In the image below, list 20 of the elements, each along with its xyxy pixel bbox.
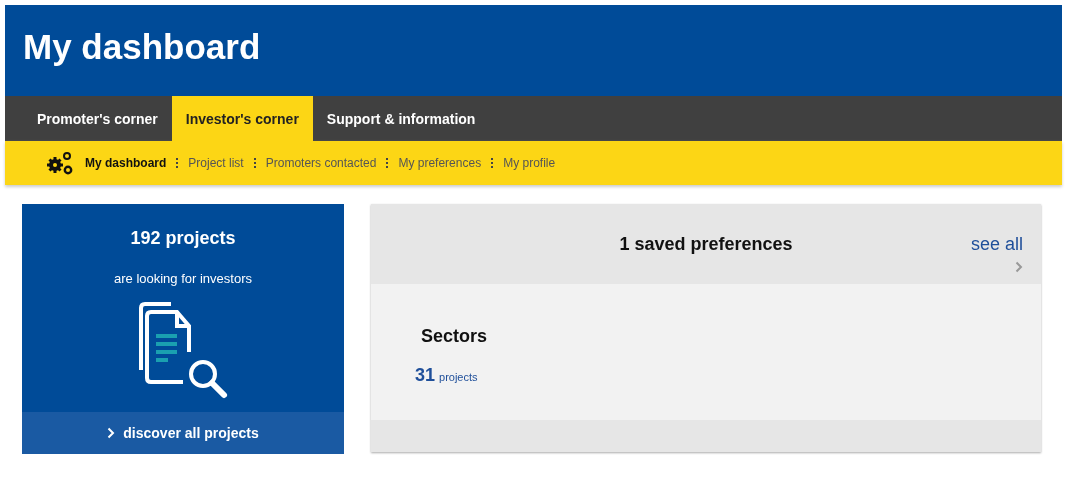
chevron-icon	[107, 427, 116, 439]
nav-tab[interactable]: Promoter's corner	[23, 96, 172, 141]
gears-icon	[45, 151, 73, 175]
nav-tab[interactable]: Support & information	[312, 96, 490, 141]
nav-tab[interactable]: Investor's corner	[171, 96, 313, 141]
subnav-link[interactable]: Project list	[188, 156, 244, 170]
preference-count[interactable]: 31	[415, 365, 436, 385]
preference-name: Sectors	[421, 326, 488, 346]
see-all-link[interactable]: see all	[970, 234, 1023, 273]
chevron-icon	[1015, 261, 1023, 273]
discover-projects-link[interactable]: discover all projects	[22, 412, 344, 454]
projects-subtitle: are looking for investors	[114, 271, 252, 286]
projects-count: 192 projects	[130, 228, 236, 249]
preference-unit: projects	[439, 371, 478, 383]
subnav-link[interactable]: My profile	[503, 156, 556, 170]
subnav-link[interactable]: Promoters contacted	[265, 156, 377, 170]
subnav-link[interactable]: My preferences	[398, 156, 482, 170]
preferences-title: 1 saved preferences	[619, 234, 793, 256]
page-title: My dashboard	[23, 26, 261, 68]
subnav-link[interactable]: My dashboard	[85, 156, 167, 170]
